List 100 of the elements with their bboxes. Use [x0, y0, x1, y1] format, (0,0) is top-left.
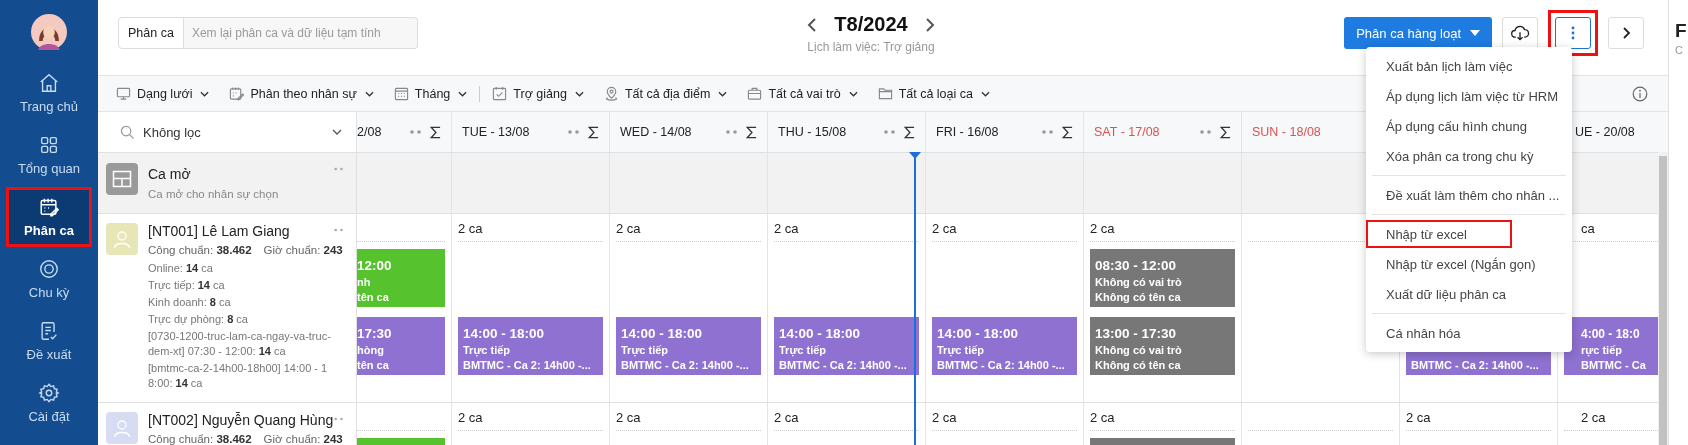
menu-item[interactable]: Xóa phân ca trong chu kỳ: [1366, 141, 1572, 171]
drag-handle-icon[interactable]: [1042, 130, 1054, 134]
calendar-edit-icon: [229, 86, 245, 101]
search-field[interactable]: Xem lại phân ca và dữ liệu tạm tính: [183, 17, 418, 49]
scrollbar[interactable]: [1658, 152, 1668, 445]
filter-dropdown[interactable]: Trợ giảng: [482, 79, 594, 108]
caret-icon: [1470, 30, 1480, 36]
menu-item[interactable]: Xuất bản lịch làm việc: [1366, 51, 1572, 81]
shift-card[interactable]: 13:00 - 17:30 Không có vai trò Không có tên ca: [1090, 317, 1235, 375]
shift-time: 08:30 - 12:00: [1095, 258, 1177, 273]
panel-subtitle: C: [1675, 44, 1683, 56]
menu-item[interactable]: Nhập từ excel (Ngắn gọn): [1366, 249, 1572, 279]
employee-name[interactable]: [NT001] Lê Lam Giang: [148, 223, 290, 239]
shift-summary: Online: 14 ca: [148, 261, 213, 276]
menu-item[interactable]: Áp dụng lịch làm việc từ HRM: [1366, 81, 1572, 111]
shift-summary: Kinh doanh: 8 ca: [148, 295, 231, 310]
menu-item[interactable]: Nhập từ excel: [1366, 219, 1572, 249]
menu-item[interactable]: Xuất dữ liệu phân ca: [1366, 279, 1572, 309]
filter-dropdown[interactable]: Tất cả địa điểm: [593, 79, 738, 108]
user-avatar[interactable]: [31, 14, 67, 50]
shift-card[interactable]: 14:00 - 18:00 Trực tiếp BMTMC - Ca 2: 14h00 -...: [458, 317, 603, 375]
filter-dropdown[interactable]: Dạng lưới: [106, 79, 220, 108]
sum-icon[interactable]: [1062, 125, 1073, 139]
shift-role: rực tiếp: [1581, 344, 1622, 356]
shift-card[interactable]: 14:00 - 18:00 Trực tiếp BMTMC - Ca 2: 14h00 -...: [774, 317, 919, 375]
day-label: 2/08: [357, 125, 383, 139]
shift-name: Không có tên ca: [1095, 291, 1181, 303]
shift-card[interactable]: 14:00 - 18:00 Trực tiếp BMTMC - Ca 2: 14h00 -...: [932, 317, 1077, 375]
folder-icon: [877, 86, 893, 101]
shift-role: Trực tiếp: [463, 344, 511, 356]
sum-icon[interactable]: [904, 125, 915, 139]
chevron-left-icon[interactable]: [806, 16, 819, 33]
next-button[interactable]: [1608, 17, 1644, 49]
sidebar-item[interactable]: Chu kỳ: [7, 250, 91, 308]
sum-icon[interactable]: [1220, 125, 1231, 139]
period-title: T8/2024: [834, 13, 908, 36]
sidebar-item[interactable]: Cài đặt: [7, 374, 91, 432]
shift-count: 2 ca: [1581, 410, 1606, 425]
more-button[interactable]: [1555, 17, 1591, 49]
shift-time: 14:00 - 18:00: [779, 326, 861, 341]
bulk-assign-button[interactable]: Phân ca hàng loạt: [1344, 17, 1492, 49]
shift-role: nh: [357, 276, 371, 288]
sidebar-item[interactable]: Tổng quan: [7, 126, 91, 184]
drag-handle-icon[interactable]: [334, 417, 344, 421]
shift-count: 2 ca: [932, 410, 957, 425]
open-shift-icon: [106, 163, 138, 195]
shift-name: Không có tên ca: [1095, 359, 1181, 371]
employee-name[interactable]: [NT002] Nguyễn Quang Hùng: [148, 412, 334, 428]
open-shift-title: Ca mở: [148, 166, 191, 182]
drag-handle-icon[interactable]: [334, 228, 344, 232]
drag-handle-icon[interactable]: [334, 167, 344, 171]
chevron-down-icon: [718, 90, 728, 97]
drag-handle-icon[interactable]: [568, 130, 580, 134]
more-icon: [1571, 26, 1575, 40]
sum-icon[interactable]: [588, 125, 599, 139]
shift-card[interactable]: 17:30 hòng tên ca: [357, 317, 445, 375]
menu-item[interactable]: Đề xuất làm thêm cho nhân ...: [1366, 180, 1572, 210]
day-label: SAT - 17/08: [1094, 125, 1161, 139]
shift-count: 2 ca: [458, 221, 483, 236]
chevron-right-icon[interactable]: [923, 16, 936, 33]
sidebar-item[interactable]: Trang chủ: [7, 64, 91, 122]
shift-time: 12:00: [357, 258, 392, 273]
info-icon[interactable]: [1632, 85, 1648, 102]
download-button[interactable]: [1502, 17, 1538, 49]
chevron-down-icon: [332, 129, 342, 135]
menu-item[interactable]: Áp dụng cấu hình chung: [1366, 111, 1572, 141]
filter-dropdown[interactable]: Phân theo nhân sự: [219, 79, 384, 108]
filter-dropdown[interactable]: Tất cả vai trò: [737, 79, 868, 108]
filter-dropdown[interactable]: Tất cả loại ca: [867, 79, 1000, 108]
employee-stat: Công chuẩn: 38.462: [148, 433, 252, 445]
shift-role: hòng: [357, 344, 384, 356]
sidebar-item[interactable]: Phân ca: [7, 188, 91, 246]
calendar-edit-icon: [38, 196, 60, 218]
shift-name: BMTMC - Ca 2: 14h00 -...: [621, 359, 749, 371]
chevron-down-icon: [574, 90, 584, 97]
day-label: THU - 15/08: [778, 125, 848, 139]
filter-dropdown[interactable]: Tháng: [383, 79, 478, 108]
drag-handle-icon[interactable]: [726, 130, 738, 134]
drag-handle-icon[interactable]: [410, 130, 422, 134]
shift-name: tên ca: [357, 359, 389, 371]
shift-card[interactable]: 08:30 - 12:00 Không có vai trò Không có tên ca: [1090, 249, 1235, 307]
employee-filter[interactable]: Không lọc: [98, 112, 357, 152]
sum-icon[interactable]: [746, 125, 757, 139]
panel-title: F: [1675, 20, 1687, 42]
shift-count: 2 ca: [616, 410, 641, 425]
day-label: TUE - 13/08: [462, 125, 531, 139]
drag-handle-icon[interactable]: [1200, 130, 1212, 134]
shift-summary: Trực tiếp: 14 ca: [148, 278, 225, 293]
drag-handle-icon[interactable]: [884, 130, 896, 134]
shift-card[interactable]: 14:00 - 18:00 Trực tiếp BMTMC - Ca 2: 14h00 -...: [616, 317, 761, 375]
calendar-icon: [393, 86, 409, 101]
search-scope-label[interactable]: Phân ca: [118, 17, 184, 49]
sidebar-item[interactable]: Đề xuất: [7, 312, 91, 370]
chevron-down-icon: [200, 90, 210, 97]
home-icon: [38, 72, 60, 94]
sum-icon[interactable]: [430, 125, 441, 139]
shift-count: 2 ca: [1090, 410, 1115, 425]
employee-stat: Giờ chuẩn: 243: [263, 433, 343, 445]
menu-item[interactable]: Cá nhân hóa: [1366, 318, 1572, 348]
employee-stat: Công chuẩn: 38.462: [148, 244, 252, 256]
